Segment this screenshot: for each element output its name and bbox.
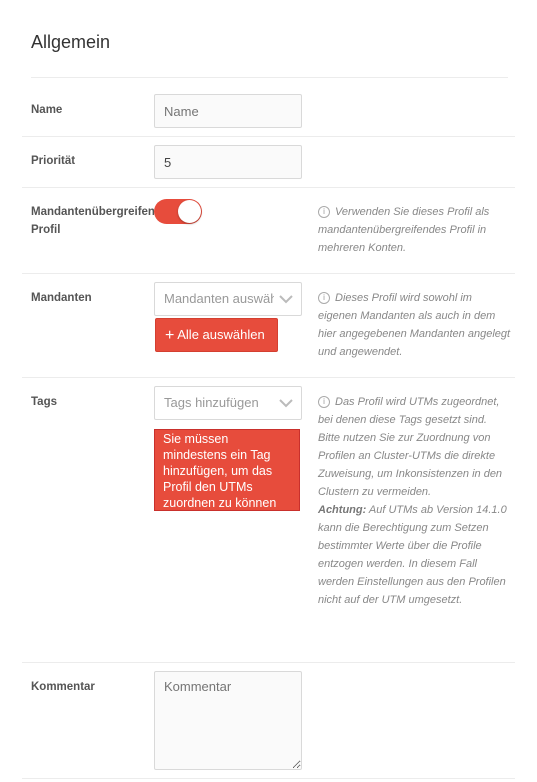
cross-tenant-label: Mandantenübergreifendes Profil bbox=[31, 203, 154, 239]
divider bbox=[22, 273, 515, 274]
divider bbox=[22, 377, 515, 378]
comment-textarea[interactable] bbox=[154, 671, 302, 770]
tags-select[interactable]: Tags hinzufügen bbox=[154, 386, 302, 420]
divider bbox=[31, 77, 508, 78]
cross-tenant-help-text: Verwenden Sie dieses Profil als mandante… bbox=[318, 206, 490, 254]
info-circle-icon: i bbox=[318, 292, 330, 304]
select-all-label: Alle auswählen bbox=[177, 327, 265, 342]
select-all-button[interactable]: + Alle auswählen bbox=[155, 318, 278, 352]
tags-help-p1: Das Profil wird UTMs zugeordnet, bei den… bbox=[318, 396, 500, 426]
cross-tenant-label-line2: Profil bbox=[31, 224, 61, 236]
tenants-label: Mandanten bbox=[31, 292, 92, 304]
divider bbox=[22, 662, 515, 663]
plus-icon: + bbox=[165, 327, 175, 344]
comment-label: Kommentar bbox=[31, 681, 95, 693]
toggle-knob bbox=[178, 200, 201, 223]
tags-help: i Das Profil wird UTMs zugeordnet, bei de… bbox=[318, 393, 513, 609]
section-title: Allgemein bbox=[31, 32, 111, 52]
chevron-down-icon bbox=[279, 399, 293, 408]
tags-select-placeholder: Tags hinzufügen bbox=[164, 395, 259, 410]
divider bbox=[22, 778, 515, 779]
name-label: Name bbox=[31, 104, 63, 116]
tenants-select-placeholder: Mandanten auswählen bbox=[164, 291, 274, 306]
tags-error-message: Sie müssen mindestens ein Tag hinzufügen… bbox=[154, 429, 300, 511]
divider bbox=[22, 187, 515, 188]
tenants-help-text: Dieses Profil wird sowohl im eigenen Man… bbox=[318, 292, 511, 358]
tags-help-warning-label: Achtung: bbox=[318, 504, 367, 516]
priority-input[interactable] bbox=[154, 145, 302, 179]
tags-help-warning: Auf UTMs ab Version 14.1.0 kann die Bere… bbox=[318, 504, 507, 606]
name-input[interactable] bbox=[154, 94, 302, 128]
divider bbox=[22, 136, 515, 137]
tags-label: Tags bbox=[31, 396, 57, 408]
info-circle-icon: i bbox=[318, 396, 330, 408]
cross-tenant-toggle[interactable] bbox=[154, 199, 202, 224]
priority-label: Priorität bbox=[31, 155, 76, 167]
cross-tenant-help: i Verwenden Sie dieses Profil als mandant… bbox=[318, 203, 513, 257]
tags-help-p2: Bitte nutzen Sie zur Zuordnung von Profi… bbox=[318, 432, 503, 498]
tenants-help: i Dieses Profil wird sowohl im eigenen Ma… bbox=[318, 289, 513, 361]
info-circle-icon: i bbox=[318, 206, 330, 218]
cross-tenant-label-line1: Mandantenübergreifendes bbox=[31, 206, 154, 218]
tenants-select[interactable]: Mandanten auswählen bbox=[154, 282, 302, 316]
chevron-down-icon bbox=[279, 295, 293, 304]
